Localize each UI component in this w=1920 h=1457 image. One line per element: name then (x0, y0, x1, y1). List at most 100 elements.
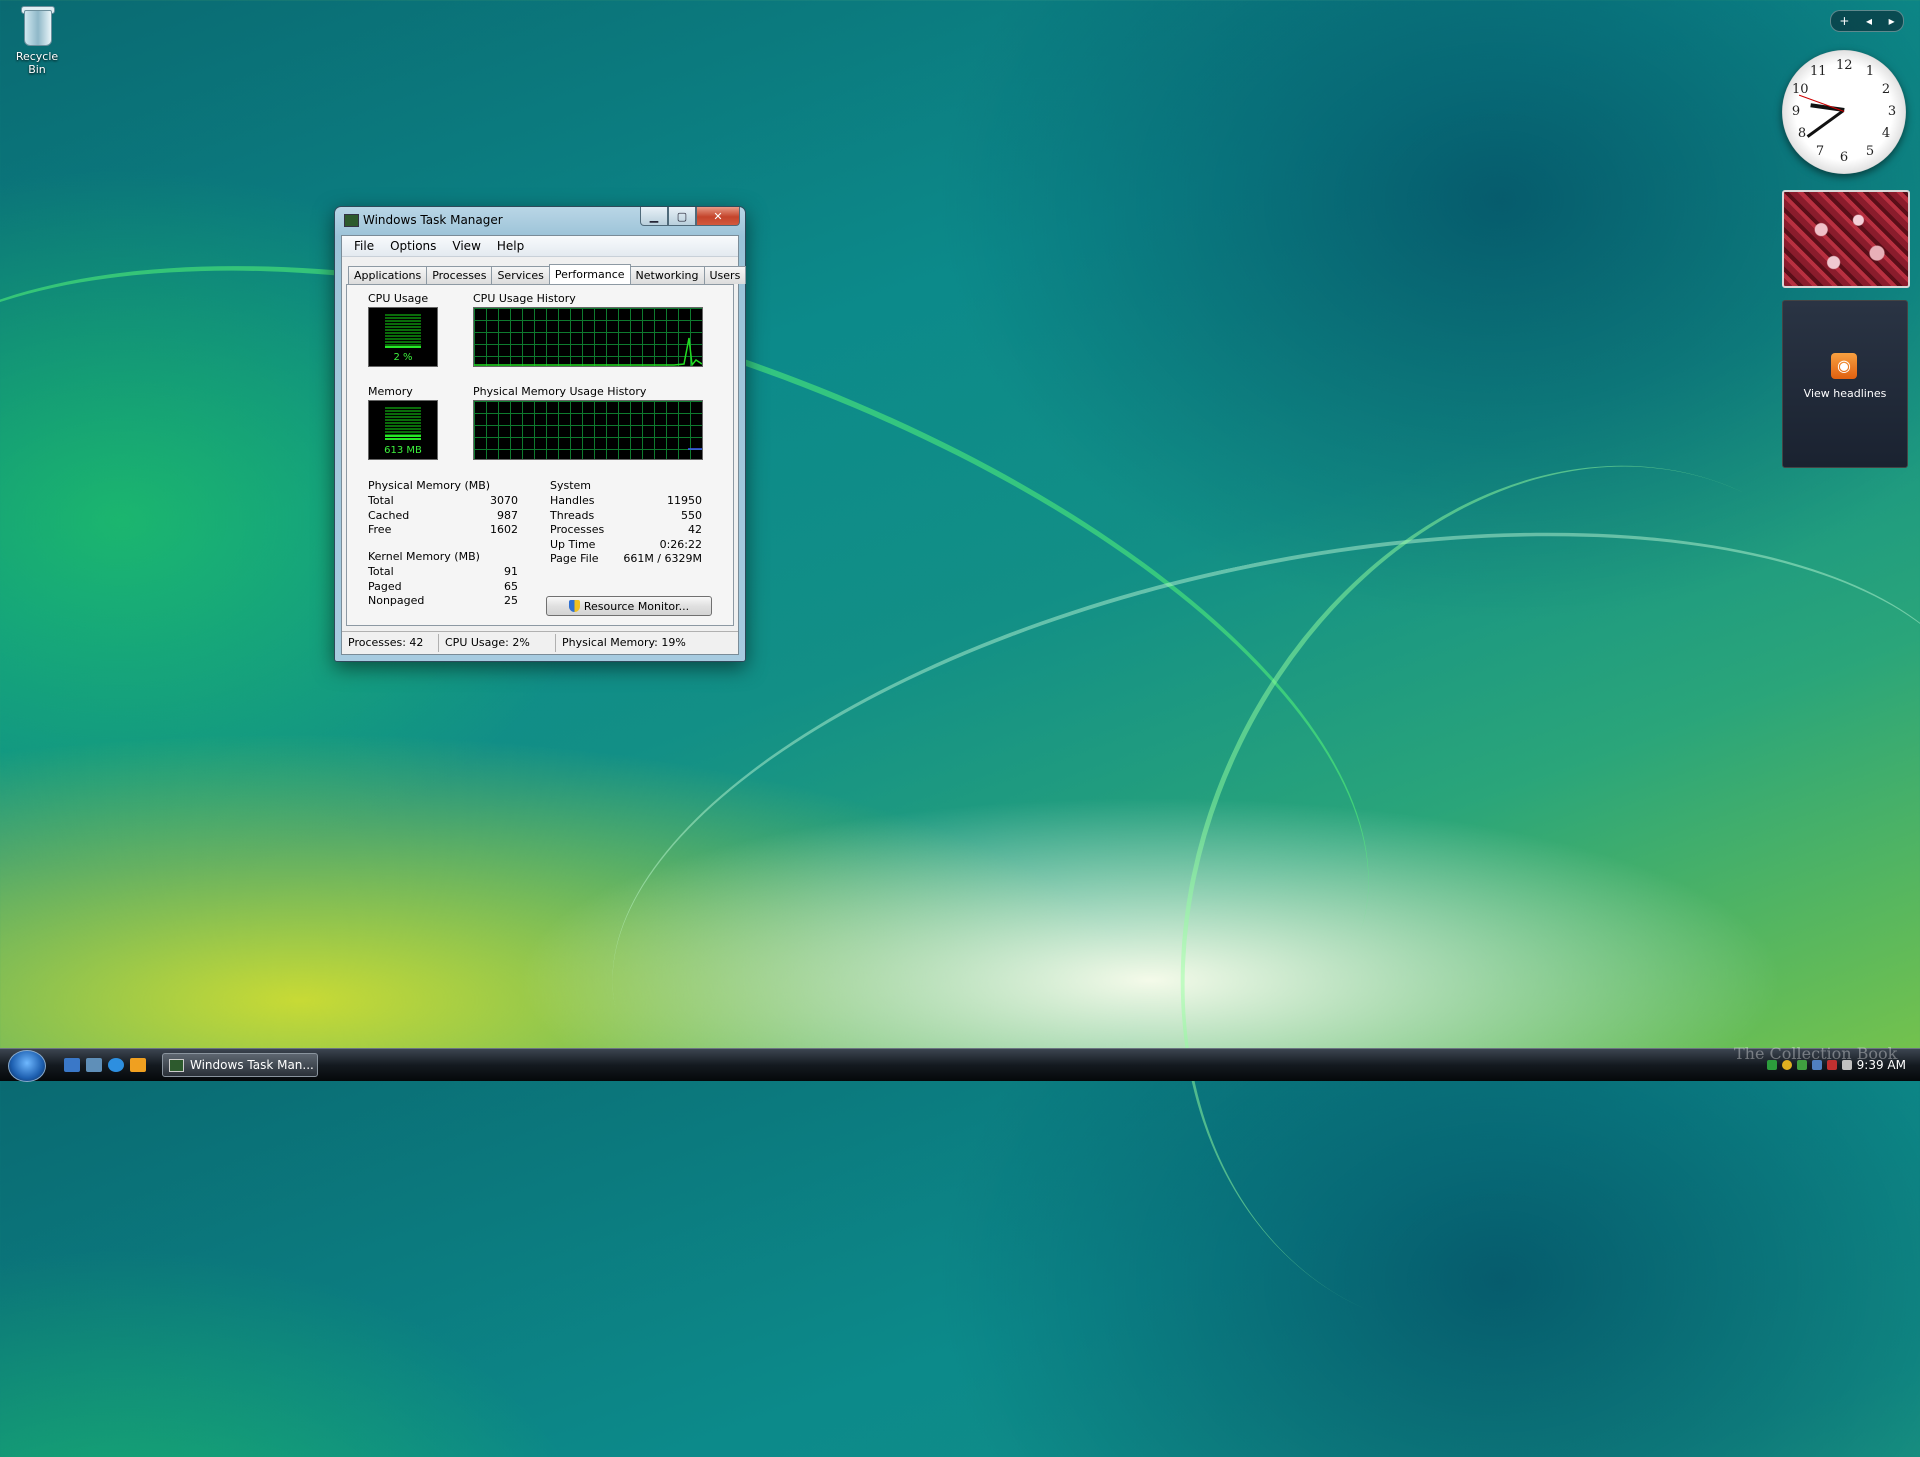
show-desktop-icon[interactable] (64, 1058, 80, 1072)
stat-label: Total (368, 565, 394, 578)
clock-numeral: 12 (1836, 58, 1853, 73)
clock-minute-hand (1806, 109, 1844, 138)
tab-applications[interactable]: Applications (348, 266, 428, 284)
prev-gadget-button[interactable]: ◂ (1866, 14, 1872, 28)
cpu-usage-title: CPU Usage (368, 292, 429, 305)
title-bar[interactable]: Windows Task Manager ▁ ▢ ✕ (335, 207, 745, 233)
clock-numeral: 11 (1810, 64, 1827, 79)
stat-row: Free 1602 (368, 523, 518, 538)
memory-history-graph (473, 400, 703, 460)
tab-strip: Applications Processes Services Performa… (348, 264, 747, 284)
close-icon: ✕ (713, 209, 723, 223)
stat-row: Processes 42 (550, 523, 702, 538)
status-cpu: CPU Usage: 2% (439, 634, 556, 652)
taskbar-task-label: Windows Task Man... (190, 1058, 314, 1072)
stat-row: Paged 65 (368, 580, 518, 595)
clock-numeral: 2 (1881, 82, 1891, 97)
task-manager-icon (169, 1058, 184, 1072)
taskbar: Windows Task Man... 9:39 AM (0, 1048, 1920, 1082)
feed-headlines-gadget[interactable]: ◉ View headlines (1782, 300, 1908, 468)
minimize-icon: ▁ (649, 209, 659, 223)
clock-numeral: 5 (1865, 144, 1875, 159)
window-title: Windows Task Manager (363, 213, 503, 227)
memory-title: Memory (368, 385, 413, 398)
stat-value: 661M / 6329M (623, 552, 702, 565)
stat-label: Total (368, 494, 394, 507)
close-button[interactable]: ✕ (696, 207, 740, 226)
stat-value: 91 (504, 565, 518, 578)
window-client: File Options View Help Applications Proc… (341, 235, 747, 655)
stat-value: 550 (681, 508, 702, 522)
system-group: System Handles 11950 Threads 550 Processes… (550, 479, 702, 567)
stat-value: 25 (504, 594, 518, 607)
status-memory: Physical Memory: 19% (562, 636, 686, 649)
taskbar-task-manager-button[interactable]: Windows Task Man... (162, 1053, 318, 1077)
performance-panel: CPU Usage 2 % CPU Usage History Memory 6… (346, 284, 734, 626)
tab-performance[interactable]: Performance (548, 264, 631, 284)
clock-numeral: 4 (1881, 126, 1891, 141)
recycle-bin[interactable]: Recycle Bin (6, 4, 68, 76)
tab-users[interactable]: Users (703, 266, 747, 284)
rss-icon: ◉ (1831, 353, 1857, 379)
menu-options[interactable]: Options (382, 239, 444, 253)
media-player-icon[interactable] (130, 1058, 146, 1072)
task-manager-icon (344, 214, 359, 227)
cpu-usage-value: 2 % (393, 352, 413, 363)
slideshow-gadget[interactable] (1782, 190, 1910, 288)
stat-row: Handles 11950 (550, 494, 702, 509)
stat-value: 987 (497, 508, 518, 522)
stat-value: 42 (688, 523, 702, 536)
start-button[interactable] (8, 1050, 46, 1082)
stat-row: Threads 550 (550, 509, 702, 524)
physical-memory-title: Physical Memory (MB) (368, 479, 491, 492)
clock-numeral: 3 (1887, 104, 1897, 119)
stat-row: Up Time 0:26:22 (550, 538, 702, 553)
status-processes: Processes: 42 (342, 634, 439, 652)
cpu-history-title: CPU Usage History (473, 292, 576, 305)
stat-row: Total 3070 (368, 494, 518, 509)
recycle-bin-label: Recycle Bin (15, 50, 59, 76)
memory-history-svg (688, 448, 702, 450)
stat-value: 1602 (490, 523, 518, 536)
minimize-button[interactable]: ▁ (640, 207, 668, 226)
add-gadget-button[interactable]: + (1839, 14, 1849, 28)
internet-explorer-icon[interactable] (108, 1058, 124, 1072)
menu-help[interactable]: Help (489, 239, 532, 253)
maximize-icon: ▢ (676, 209, 688, 223)
switch-windows-icon[interactable] (86, 1058, 102, 1072)
menu-view[interactable]: View (444, 239, 488, 253)
clock-gadget[interactable]: 12 1 2 3 4 5 6 7 8 9 10 11 (1782, 50, 1906, 174)
stat-row: Page File 661M / 6329M (550, 552, 702, 567)
stat-label: Paged (368, 579, 402, 593)
tab-processes[interactable]: Processes (426, 266, 493, 284)
cpu-usage-fill (385, 346, 421, 348)
stat-label: Up Time (550, 537, 596, 551)
maximize-button[interactable]: ▢ (668, 207, 696, 226)
sidebar-controls: + ◂ ▸ (1830, 10, 1904, 32)
stat-row: Total 91 (368, 565, 518, 580)
tab-networking[interactable]: Networking (629, 266, 705, 284)
stat-label: Page File (550, 552, 599, 565)
kernel-memory-title: Kernel Memory (MB) (368, 550, 480, 563)
tab-services[interactable]: Services (491, 266, 550, 284)
system-title: System (550, 479, 592, 492)
stat-row: Cached 987 (368, 509, 518, 524)
task-manager-window: Windows Task Manager ▁ ▢ ✕ File Options … (334, 206, 747, 662)
clock-second-hand (1798, 94, 1845, 112)
status-bar: Processes: 42 CPU Usage: 2% Physical Mem… (342, 631, 738, 654)
resource-monitor-button[interactable]: Resource Monitor... (546, 596, 712, 616)
clock-numeral: 9 (1791, 104, 1801, 119)
memory-fill (385, 435, 421, 441)
recycle-bin-icon (20, 4, 55, 46)
stat-label: Free (368, 523, 392, 536)
stat-label: Nonpaged (368, 594, 425, 607)
stat-label: Cached (368, 508, 410, 522)
stat-label: Processes (550, 523, 605, 536)
clock-numeral: 1 (1865, 64, 1875, 79)
next-gadget-button[interactable]: ▸ (1889, 14, 1895, 28)
menu-file[interactable]: File (346, 239, 382, 253)
stat-label: Threads (550, 508, 595, 522)
cpu-history-svg (474, 337, 702, 366)
stat-value: 3070 (490, 494, 518, 507)
kernel-memory-group: Kernel Memory (MB) Total 91 Paged 65 Nonpa… (368, 550, 518, 609)
